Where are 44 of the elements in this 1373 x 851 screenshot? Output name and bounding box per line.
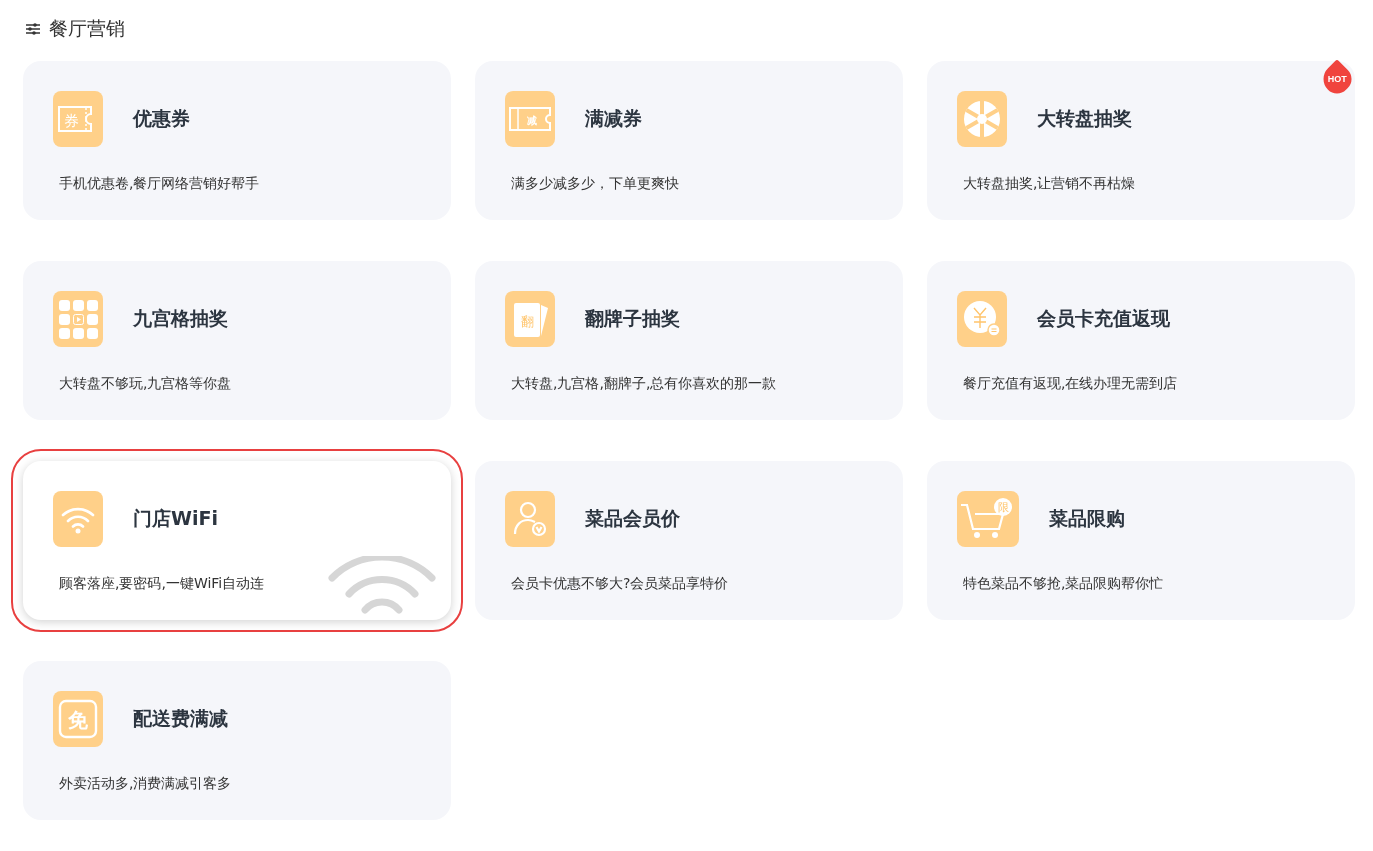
feature-card[interactable]: 免 配送费满减 外卖活动多,消费满减引客多 [23,661,451,820]
feature-card[interactable]: 大转盘抽奖 大转盘抽奖,让营销不再枯燥 HOT [927,61,1355,220]
card-description: 大转盘,九宫格,翻牌子,总有你喜欢的那一款 [511,375,778,393]
grid-icon [53,291,103,347]
card-title: 大转盘抽奖 [1037,106,1132,131]
card-title: 满减券 [585,106,642,131]
card-description: 外卖活动多,消费满减引客多 [59,775,233,793]
hot-label: HOT [1327,74,1347,84]
card-description: 手机优惠卷,餐厅网络营销好帮手 [59,175,261,193]
feature-card[interactable]: 减 满减券 满多少减多少，下单更爽快 [475,61,903,220]
playing-cards-drawing [514,303,548,337]
feature-card[interactable]: 限 菜品限购 特色菜品不够抢,菜品限购帮你忙 [927,461,1355,620]
card-title: 会员卡充值返现 [1037,306,1170,331]
card-description: 大转盘不够玩,九宫格等你盘 [59,375,233,393]
cart-glyph: 限 [997,501,1009,514]
wifi-icon [53,491,103,547]
coupon-glyph: 券 [63,112,79,130]
card-description: 餐厅充值有返现,在线办理无需到店 [963,375,1179,393]
wifi-watermark-icon [327,556,437,616]
card-description: 满多少减多少，下单更爽快 [511,175,680,193]
card-title: 配送费满减 [133,706,228,731]
feature-card[interactable]: 菜品会员价 会员卡优惠不够大?会员菜品享特价 [475,461,903,620]
card-description: 会员卡优惠不够大?会员菜品享特价 [511,575,730,593]
feature-card[interactable]: 会员卡充值返现 餐厅充值有返现,在线办理无需到店 [927,261,1355,420]
feature-card[interactable]: 券 优惠券 手机优惠卷,餐厅网络营销好帮手 [23,61,451,220]
card-glyph: 翻 [520,314,534,329]
card-title: 翻牌子抽奖 [585,306,680,331]
ticket-glyph: 减 [527,115,537,126]
card-title: 菜品限购 [1049,506,1125,531]
free-glyph: 免 [68,708,88,732]
card-title: 门店WiFi [133,506,218,531]
feature-card[interactable]: 九宫格抽奖 大转盘不够玩,九宫格等你盘 [23,261,451,420]
coin-icon [957,291,1007,347]
card-description: 顾客落座,要密码,一键WiFi自动连 [59,575,266,593]
card-description: 大转盘抽奖,让营销不再枯燥 [963,175,1137,193]
wheel-icon [957,91,1007,147]
section-title: 餐厅营销 [49,16,125,41]
user-icon [505,491,555,547]
card-description: 特色菜品不够抢,菜品限购帮你忙 [963,575,1165,593]
card-title: 优惠券 [133,106,190,131]
card-title: 菜品会员价 [585,506,680,531]
sliders-icon [25,22,41,36]
card-title: 九宫格抽奖 [133,306,228,331]
feature-card[interactable]: 翻 翻牌子抽奖 大转盘,九宫格,翻牌子,总有你喜欢的那一款 [475,261,903,420]
